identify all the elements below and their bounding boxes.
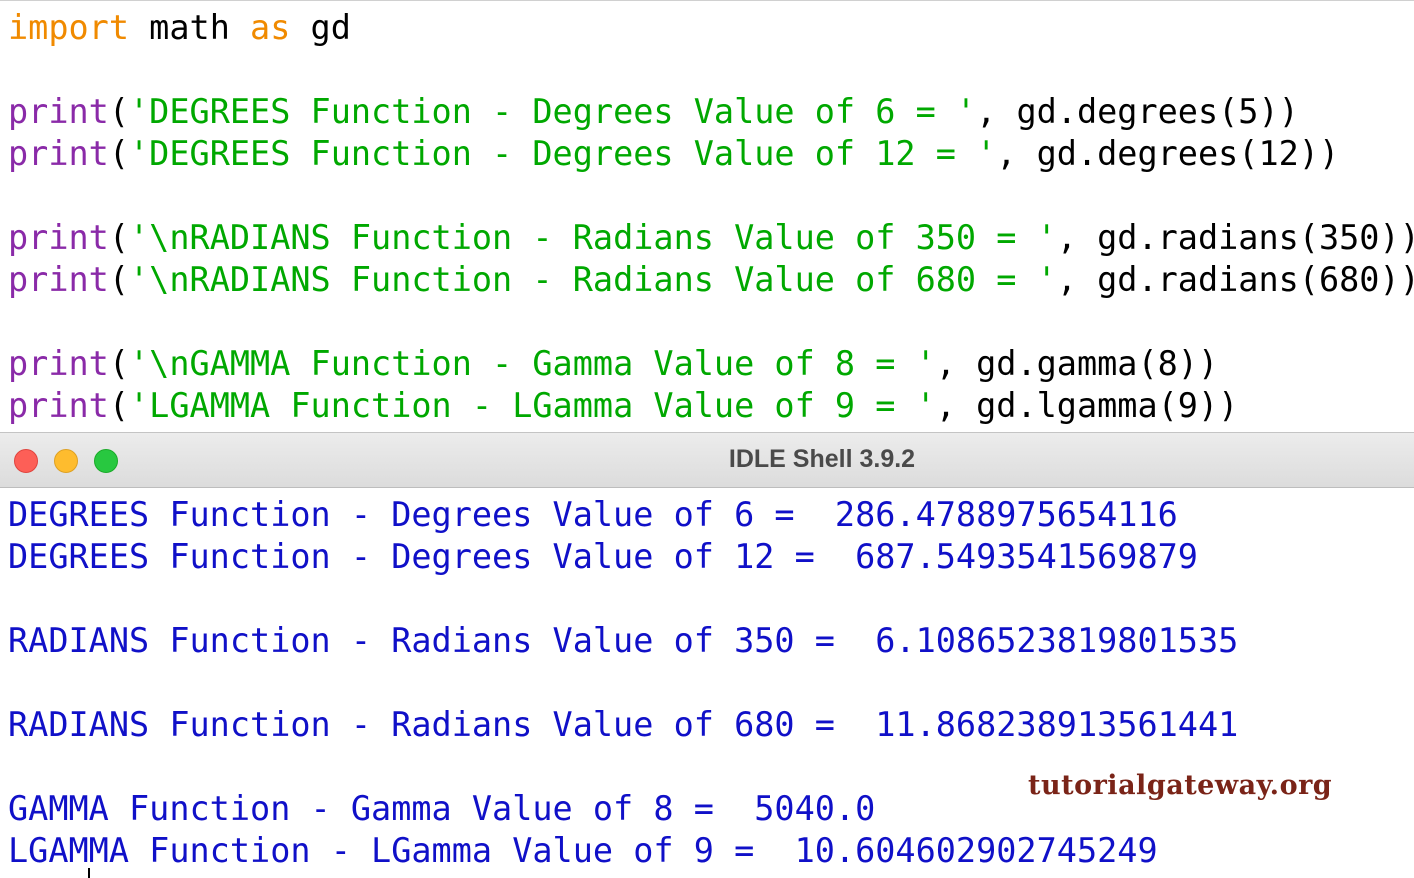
builtin-function: print (8, 218, 109, 257)
code-line-print[interactable]: print('\nGAMMA Function - Gamma Value of… (8, 343, 1218, 385)
code-text: ( (108, 344, 130, 383)
code-line-import[interactable]: import math as gd (8, 7, 351, 49)
code-editor[interactable]: import math as gd print('DEGREES Functio… (0, 0, 1414, 433)
output-line: DEGREES Function - Degrees Value of 6 = … (8, 495, 1178, 534)
code-text: , gd.gamma(8)) (935, 344, 1219, 383)
code-text: gd (290, 8, 351, 47)
builtin-function: print (8, 134, 109, 173)
window-title: IDLE Shell 3.9.2 (728, 445, 916, 473)
code-line-print[interactable]: print('LGAMMA Function - LGamma Value of… (8, 385, 1238, 427)
string-literal: '\nRADIANS Function - Radians Value of 6… (129, 260, 1057, 299)
code-line-print[interactable]: print('DEGREES Function - Degrees Value … (8, 133, 1339, 175)
output-line: RADIANS Function - Radians Value of 680 … (8, 705, 1239, 744)
shell-title-bar[interactable]: IDLE Shell 3.9.2 (0, 432, 1414, 488)
output-line: DEGREES Function - Degrees Value of 12 =… (8, 537, 1198, 576)
code-text: ( (108, 92, 130, 131)
code-line-print[interactable]: print('\nRADIANS Function - Radians Valu… (8, 217, 1414, 259)
string-literal: 'DEGREES Function - Degrees Value of 6 =… (129, 92, 977, 131)
code-text: , gd.radians(680)) (1056, 260, 1414, 299)
watermark: tutorialgateway.org (1028, 770, 1333, 801)
code-text: math (129, 8, 251, 47)
code-line-print[interactable]: print('DEGREES Function - Degrees Value … (8, 91, 1299, 133)
builtin-function: print (8, 92, 109, 131)
output-line: LGAMMA Function - LGamma Value of 9 = 10… (8, 831, 1158, 870)
output-line: RADIANS Function - Radians Value of 350 … (8, 621, 1239, 660)
code-text: , gd.lgamma(9)) (935, 386, 1239, 425)
builtin-function: print (8, 386, 109, 425)
string-literal: 'DEGREES Function - Degrees Value of 12 … (129, 134, 997, 173)
code-text: ( (108, 134, 130, 173)
string-literal: '\nRADIANS Function - Radians Value of 3… (129, 218, 1057, 257)
text-cursor (88, 868, 90, 878)
code-text: , gd.degrees(12)) (996, 134, 1340, 173)
code-text: ( (108, 260, 130, 299)
code-text: , gd.degrees(5)) (976, 92, 1299, 131)
output-line: GAMMA Function - Gamma Value of 8 = 5040… (8, 789, 876, 828)
string-literal: '\nGAMMA Function - Gamma Value of 8 = ' (129, 344, 936, 383)
code-line-print[interactable]: print('\nRADIANS Function - Radians Valu… (8, 259, 1414, 301)
keyword: import (8, 8, 130, 47)
code-text: , gd.radians(350)) (1056, 218, 1414, 257)
string-literal: 'LGAMMA Function - LGamma Value of 9 = ' (129, 386, 936, 425)
code-text: ( (108, 386, 130, 425)
code-text: ( (108, 218, 130, 257)
builtin-function: print (8, 344, 109, 383)
keyword: as (250, 8, 291, 47)
builtin-function: print (8, 260, 109, 299)
